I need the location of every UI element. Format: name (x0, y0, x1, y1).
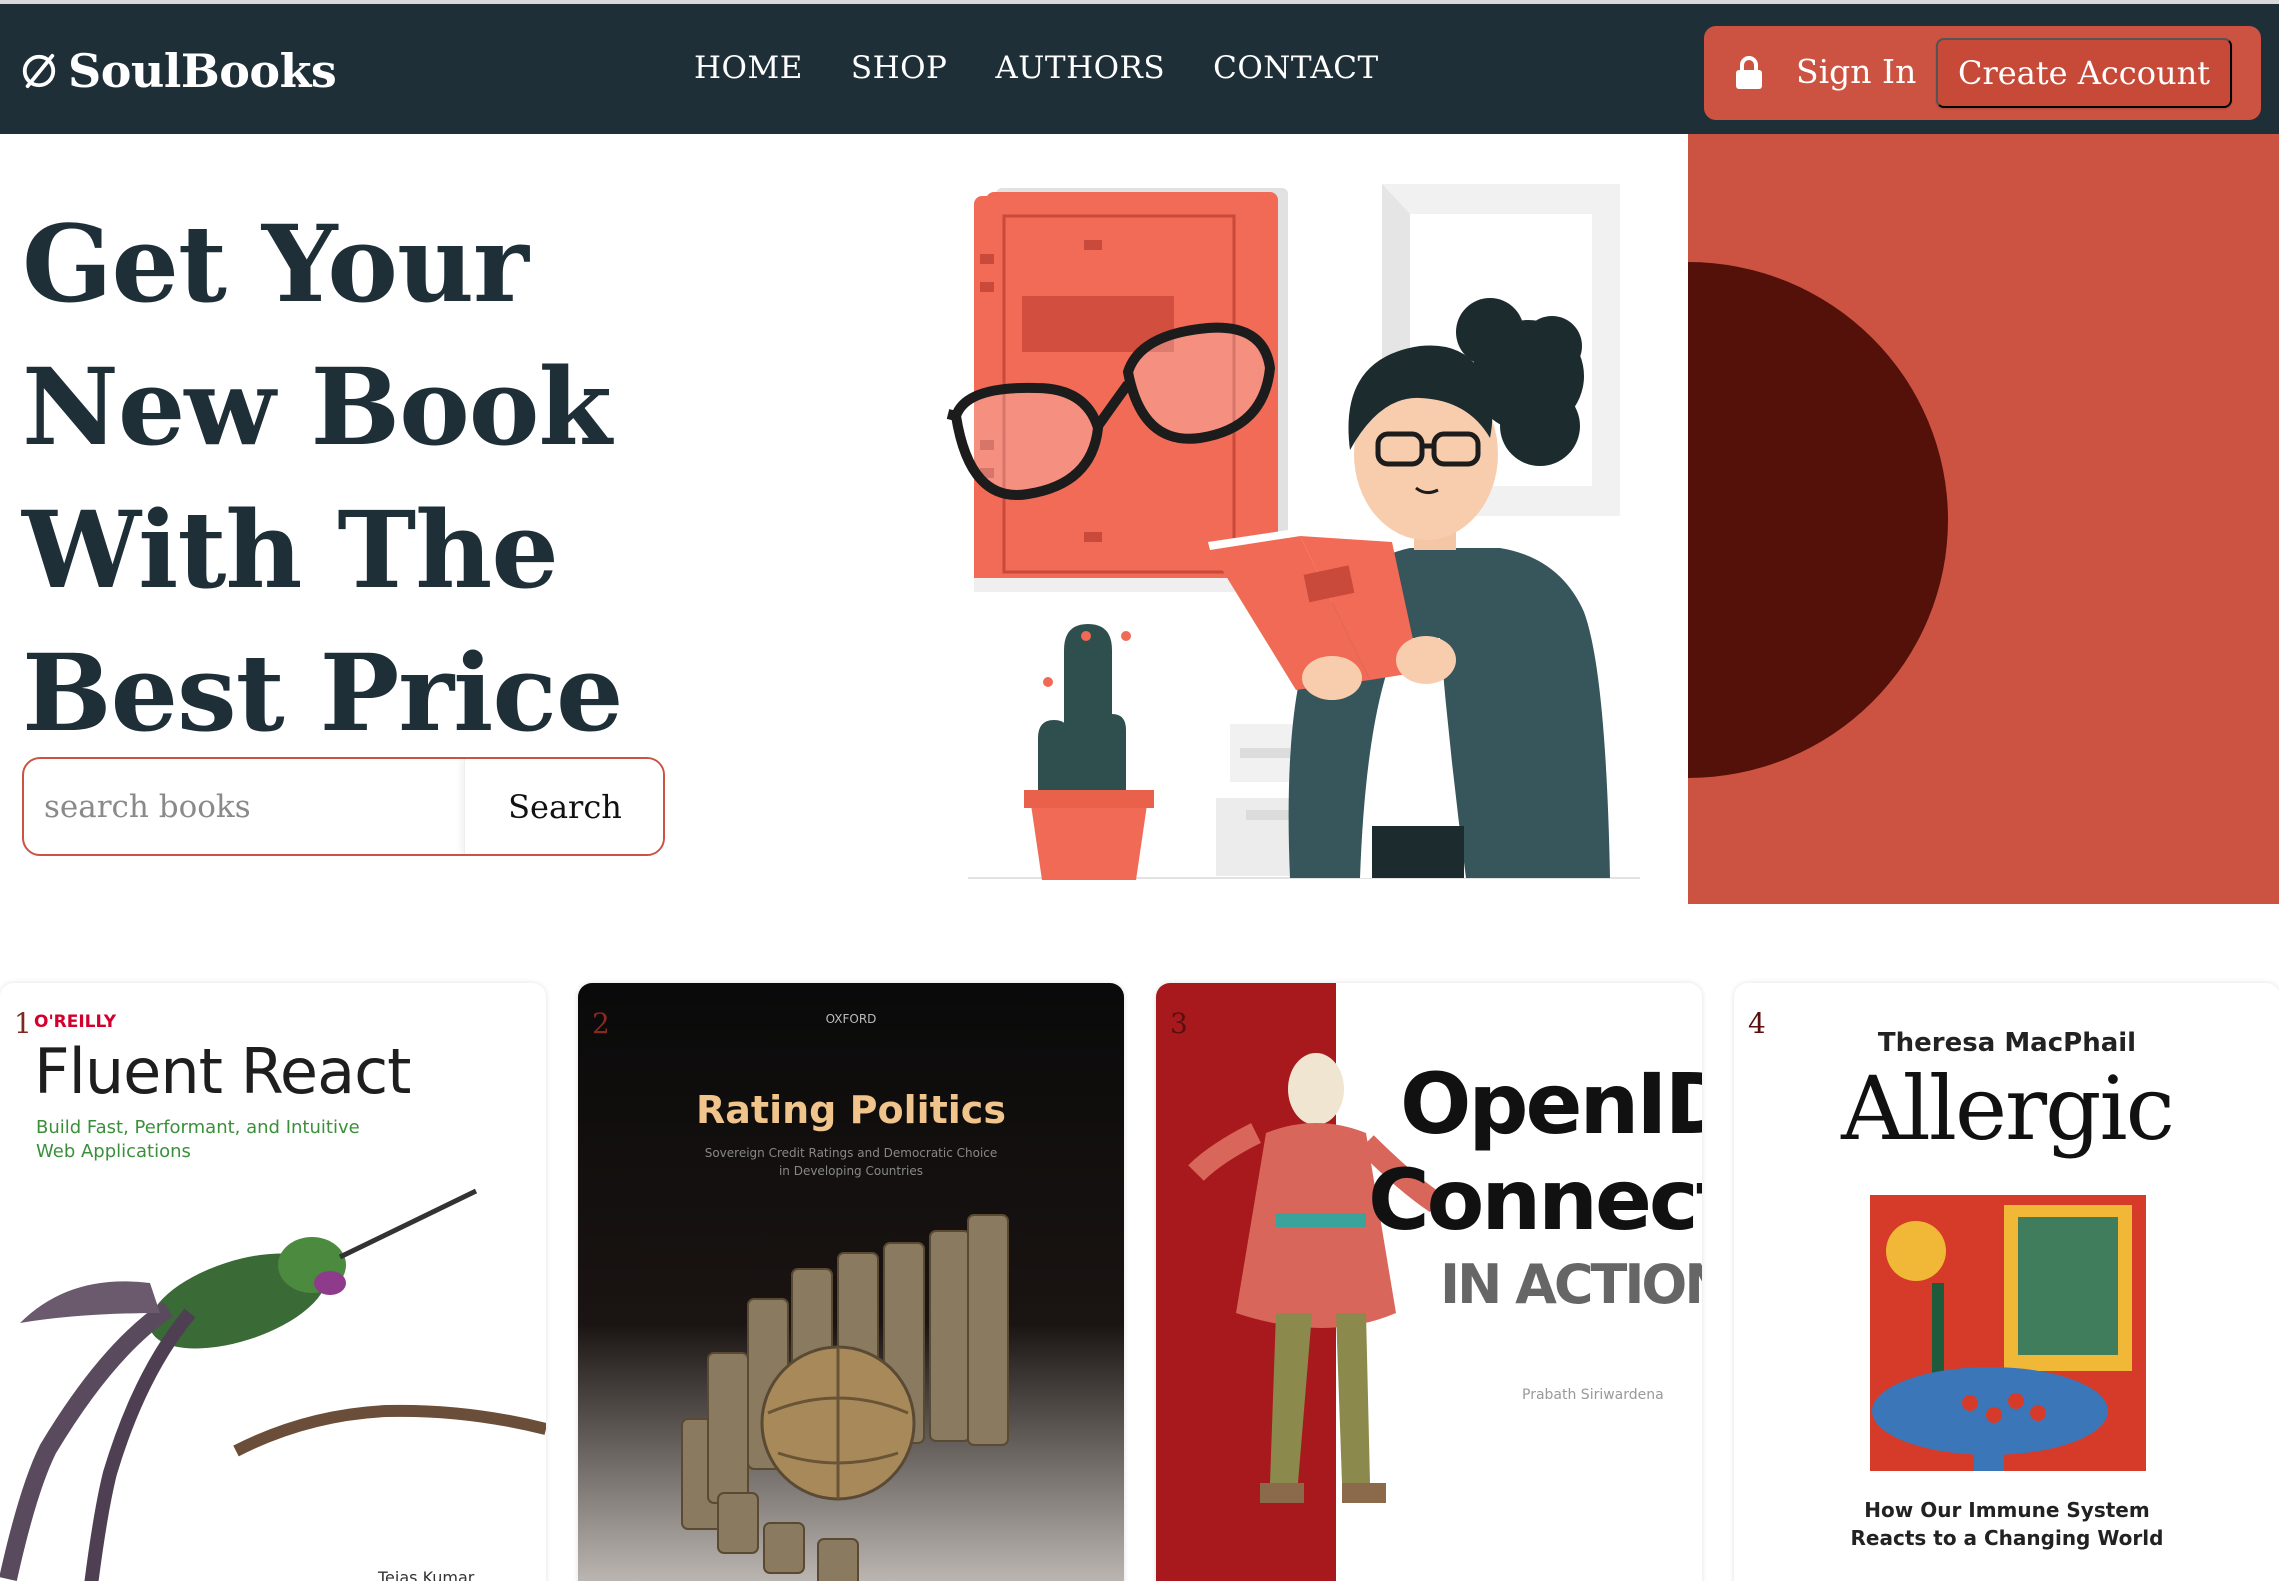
book-publisher: OXFORD (826, 1012, 877, 1026)
woman-reading-illustration (946, 184, 1640, 880)
book-card[interactable]: 2 OXFORD Rating Politics Sovereign Credi… (578, 983, 1124, 1581)
search-input[interactable] (24, 759, 464, 854)
hero-title-line: With The (22, 487, 559, 612)
book-title: Rating Politics (696, 1088, 1006, 1132)
nav-link-shop[interactable]: SHOP (851, 50, 948, 86)
hero-title-line: Get Your (22, 201, 529, 326)
book-cover-rating-politics[interactable]: OXFORD Rating Politics Sovereign Credit … (578, 983, 1124, 1581)
sign-in-link[interactable]: Sign In (1796, 52, 1916, 91)
book-subtitle: How Our Immune System (1864, 1498, 2149, 1522)
page: SoulBooks HOME SHOP AUTHORS CONTACT Sign… (0, 0, 2279, 1581)
book-card[interactable]: 3 OpenID Connect IN ACTION Prabath Siriw… (1156, 983, 1702, 1581)
book-number: 4 (1748, 1007, 1766, 1040)
hero-title-line: Best Price (22, 630, 623, 755)
nav-link-home[interactable]: HOME (694, 50, 803, 86)
book-subtitle: in Developing Countries (779, 1164, 923, 1178)
search-button[interactable]: Search (464, 759, 663, 854)
book-author: Tejas Kumar (377, 1568, 475, 1581)
book-number: 3 (1170, 1007, 1188, 1040)
nav-link-authors[interactable]: AUTHORS (995, 50, 1165, 86)
decorative-half-circle (1688, 262, 1948, 778)
book-number: 1 (14, 1007, 32, 1040)
book-author: Theresa MacPhail (1878, 1028, 2136, 1058)
hero-title-line: New Book (22, 344, 612, 469)
search-box: Search (22, 757, 665, 856)
book-card[interactable]: 1 O'REILLY Fluent React Build Fast, Perf… (0, 983, 546, 1581)
book-cover-fluent-react[interactable]: O'REILLY Fluent React Build Fast, Perfor… (0, 983, 546, 1581)
auth-box: Sign In Create Account (1704, 26, 2261, 120)
cactus-plant-illustration (1024, 624, 1154, 880)
book-cover-allergic[interactable]: Theresa MacPhail Allergic How Our Immune… (1734, 983, 2279, 1581)
book-subtitle: IN ACTION (1440, 1253, 1702, 1316)
book-subtitle: Sovereign Credit Ratings and Democratic … (705, 1146, 998, 1160)
create-account-button[interactable]: Create Account (1936, 38, 2232, 108)
slashed-circle-logo-icon (22, 53, 56, 89)
book-number: 2 (592, 1007, 610, 1040)
book-cover-openid-connect[interactable]: OpenID Connect IN ACTION Prabath Siriwar… (1156, 983, 1702, 1581)
book-title: OpenID (1400, 1055, 1702, 1153)
decorative-red-panel (1688, 134, 2279, 904)
book-author: Prabath Siriwardena (1522, 1387, 1664, 1403)
book-publisher: O'REILLY (34, 1012, 117, 1032)
book-subtitle: Web Applications (36, 1141, 191, 1162)
book-title: Fluent React (34, 1035, 410, 1108)
book-subtitle: Reacts to a Changing World (1851, 1526, 2164, 1550)
nav-link-contact[interactable]: CONTACT (1213, 50, 1379, 86)
navbar: SoulBooks HOME SHOP AUTHORS CONTACT Sign… (0, 0, 2279, 134)
hero-title: Get Your New Book With The Best Price (22, 192, 742, 764)
lock-icon (1736, 56, 1762, 89)
brand-logo-link[interactable]: SoulBooks (20, 44, 337, 98)
book-card[interactable]: 4 Theresa MacPhail Allergic How Our Immu… (1734, 983, 2279, 1581)
book-title: Allergic (1840, 1057, 2173, 1160)
book-subtitle: Build Fast, Performant, and Intuitive (36, 1117, 360, 1138)
book-title: Connect (1368, 1151, 1702, 1249)
brand-name: SoulBooks (68, 44, 337, 98)
main-nav: HOME SHOP AUTHORS CONTACT (694, 50, 1379, 86)
painting-icon (1870, 1195, 2146, 1471)
